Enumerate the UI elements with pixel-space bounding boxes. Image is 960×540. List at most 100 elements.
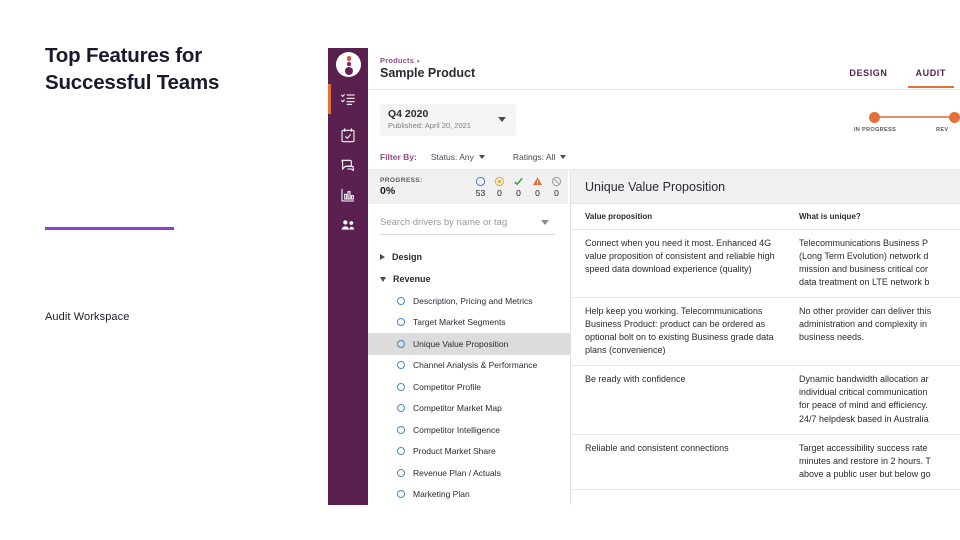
tree-item[interactable]: Competitor Intelligence (368, 419, 570, 441)
rail-item-calendar[interactable] (328, 122, 368, 152)
cell-what-is-unique: Target accessibility success rate minute… (799, 442, 931, 479)
tree-item[interactable]: Revenue Plan / Actuals (368, 462, 570, 484)
progress-percent: 0% (380, 185, 396, 197)
status-open-count: 53 (475, 188, 486, 198)
open-circle-icon (397, 318, 405, 327)
tree-item-selected[interactable]: Unique Value Proposition (368, 333, 570, 355)
content-heading-label: Unique Value Proposition (585, 179, 726, 194)
status-at-risk[interactable]: 0 (528, 175, 547, 198)
page-title-line1: Top Features for (45, 44, 203, 67)
chevron-down-icon (560, 154, 567, 159)
app-header: Products ▸ Sample Product DESIGN AUDIT (368, 48, 960, 90)
page-title-line2: Successful Teams (45, 71, 220, 95)
quarter-selector[interactable]: Q4 2020 Published: April 20, 2021 (380, 104, 516, 136)
workflow-stepper: IN PROGRESS REV (852, 110, 960, 138)
breadcrumb-products[interactable]: Products (380, 56, 414, 65)
tree-item-label: Channel Analysis & Performance (413, 360, 538, 371)
status-in-progress[interactable]: 0 (490, 175, 509, 198)
filter-bar: Filter By: Status: Any Ratings: All (368, 144, 960, 170)
tree-item-label: Marketing Plan (413, 489, 470, 500)
status-complete[interactable]: 0 (509, 175, 528, 198)
bar-chart-icon (340, 187, 356, 208)
tree-group-design-label: Design (392, 252, 423, 262)
search-drivers-field[interactable]: Search drivers by name or tag (380, 211, 555, 235)
table-row[interactable]: Be ready with confidence Dynamic bandwid… (571, 366, 960, 435)
cell-what-is-unique: Dynamic bandwidth allocation ar individu… (799, 374, 929, 424)
open-circle-icon (471, 175, 490, 187)
stepper-dot-in-progress[interactable] (869, 111, 880, 123)
stepper-label-review: REV (936, 127, 949, 133)
open-circle-icon (397, 361, 405, 370)
table-row[interactable]: Help keep you working. Telecommunication… (571, 298, 960, 367)
column-header-what-is-unique: What is unique? (799, 212, 861, 221)
rail-item-checklist[interactable] (328, 84, 368, 116)
open-circle-icon (397, 404, 405, 413)
tree-item[interactable]: Marketing Plan (368, 484, 570, 506)
app-logo[interactable] (336, 52, 361, 77)
open-circle-icon (397, 468, 405, 477)
filter-status[interactable]: Status: Any (431, 152, 485, 162)
people-icon (340, 217, 356, 238)
tree-item[interactable]: Channel Analysis & Performance (368, 355, 570, 377)
filter-status-label: Status: Any (430, 151, 474, 162)
tree-item-label: Target Market Segments (413, 317, 506, 328)
rail-item-comments[interactable] (328, 152, 368, 182)
slide-caption: Audit Workspace (45, 311, 130, 323)
calendar-check-icon (340, 127, 356, 148)
tree-item-label: Competitor Profile (413, 381, 482, 392)
tab-design[interactable]: DESIGN (835, 48, 901, 88)
stepper-connector (874, 116, 954, 118)
tree-item[interactable]: Description, Pricing and Metrics (368, 290, 570, 312)
status-blocked[interactable]: 0 (547, 175, 566, 198)
status-at-risk-count: 0 (535, 188, 540, 198)
status-open[interactable]: 53 (471, 175, 490, 198)
title-underline-rule (45, 227, 174, 230)
tree-item[interactable]: Competitor Market Map (368, 398, 570, 420)
slide-canvas: Top Features for Successful Teams Audit … (0, 0, 960, 540)
tree-item[interactable]: Target Market Segments (368, 312, 570, 334)
slide-text-panel: Top Features for Successful Teams Audit … (0, 0, 328, 540)
rail-item-team[interactable] (328, 212, 368, 242)
open-circle-icon (397, 425, 405, 434)
chevron-right-icon (380, 254, 385, 260)
tree-group-revenue[interactable]: Revenue (368, 268, 570, 290)
cell-what-is-unique: No other provider can deliver this admin… (799, 306, 932, 343)
check-icon (509, 175, 528, 187)
stepper-dot-review[interactable] (949, 111, 960, 123)
chevron-down-icon (380, 276, 386, 282)
cell-value-proposition: Reliable and consistent connections (585, 442, 729, 453)
cell-value-proposition: Be ready with confidence (585, 374, 686, 385)
tree-item-label: Competitor Intelligence (413, 424, 500, 435)
open-circle-icon (397, 339, 405, 348)
table-row[interactable]: Reliable and consistent connections Targ… (571, 435, 960, 490)
filter-ratings-label: Ratings: All (512, 151, 556, 162)
tree-item[interactable]: Competitor Profile (368, 376, 570, 398)
tree-item-label: Competitor Market Map (413, 403, 502, 414)
table-row[interactable]: Connect when you need it most. Enhanced … (571, 230, 960, 299)
checklist-icon (340, 91, 356, 112)
tree-item[interactable]: Product Market Share (368, 441, 570, 463)
breadcrumb[interactable]: Products ▸ (380, 56, 421, 65)
tree-item-label: Unique Value Proposition (413, 338, 509, 349)
filter-by-label: Filter By: (380, 151, 417, 162)
cell-value-proposition: Help keep you working. Telecommunication… (585, 306, 774, 356)
tree-group-design[interactable]: Design (368, 246, 570, 268)
filter-ratings[interactable]: Ratings: All (513, 152, 567, 162)
open-circle-icon (397, 382, 405, 391)
open-circle-icon (397, 296, 405, 305)
progress-status-counts: 53 0 0 0 0 (471, 175, 566, 198)
chevron-down-icon[interactable] (541, 220, 549, 225)
quarter-published-date: Published: April 20, 2021 (388, 121, 471, 131)
open-circle-icon (397, 490, 405, 499)
progress-label: PROGRESS: (380, 177, 423, 184)
blocked-icon (547, 175, 566, 187)
chat-bubbles-icon (340, 157, 356, 178)
tab-audit[interactable]: AUDIT (902, 48, 960, 88)
rail-item-analytics[interactable] (328, 182, 368, 212)
open-circle-icon (397, 447, 405, 456)
status-blocked-count: 0 (554, 188, 559, 198)
breadcrumb-arrow-icon: ▸ (417, 58, 421, 65)
app-screenshot: Products ▸ Sample Product DESIGN AUDIT Q4… (328, 48, 960, 505)
chevron-down-icon (498, 117, 506, 122)
in-progress-dot-icon (490, 175, 509, 187)
